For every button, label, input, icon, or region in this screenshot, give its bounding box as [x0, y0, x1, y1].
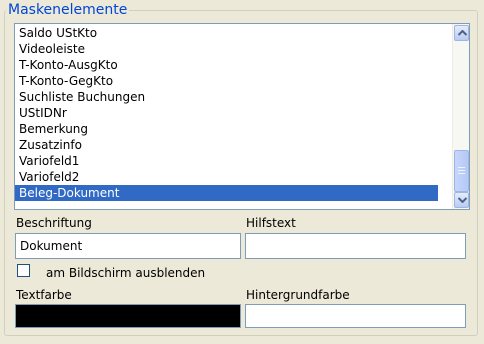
group-title: Maskenelemente	[6, 2, 130, 18]
textcolor-label: Textfarbe	[16, 288, 72, 302]
scroll-up-button[interactable]	[454, 25, 469, 41]
list-item[interactable]: UStIDNr	[15, 105, 438, 121]
list-item[interactable]: Variofeld1	[15, 153, 438, 169]
list-item[interactable]: Variofeld2	[15, 169, 438, 185]
list-item[interactable]: T-Konto-AusgKto	[15, 57, 438, 73]
list-item[interactable]: Suchliste Buchungen	[15, 89, 438, 105]
bgcolor-swatch[interactable]	[245, 304, 466, 328]
chevron-up-icon	[458, 30, 467, 36]
list-item[interactable]: Beleg-Dokument	[15, 185, 438, 201]
scroll-thumb[interactable]	[454, 150, 469, 192]
caption-field[interactable]: Dokument	[15, 233, 241, 259]
thumb-grip	[458, 167, 465, 168]
hide-checkbox-label[interactable]: am Bildschirm ausblenden	[46, 266, 205, 280]
list-item[interactable]: Videoleiste	[15, 41, 438, 57]
textcolor-swatch[interactable]	[15, 304, 241, 328]
chevron-down-icon	[458, 197, 467, 203]
list-item[interactable]: Bemerkung	[15, 121, 438, 137]
caption-label: Beschriftung	[16, 216, 92, 230]
thumb-grip	[458, 170, 465, 171]
elements-listbox[interactable]: Saldo UStKto Videoleiste T-Konto-AusgKto T-…	[14, 23, 470, 210]
helptext-label: Hilfstext	[246, 216, 296, 230]
list-item[interactable]: Zusatzinfo	[15, 137, 438, 153]
scroll-down-button[interactable]	[454, 192, 469, 208]
list-item[interactable]: Saldo UStKto	[15, 25, 438, 41]
helptext-field[interactable]	[245, 233, 466, 259]
thumb-grip	[458, 173, 465, 174]
list-items: Saldo UStKto Videoleiste T-Konto-AusgKto T-…	[15, 25, 438, 201]
vertical-scrollbar[interactable]	[452, 24, 469, 209]
list-item[interactable]: T-Konto-GegKto	[15, 73, 438, 89]
bgcolor-label: Hintergrundfarbe	[246, 288, 350, 302]
hide-checkbox[interactable]	[17, 264, 30, 277]
